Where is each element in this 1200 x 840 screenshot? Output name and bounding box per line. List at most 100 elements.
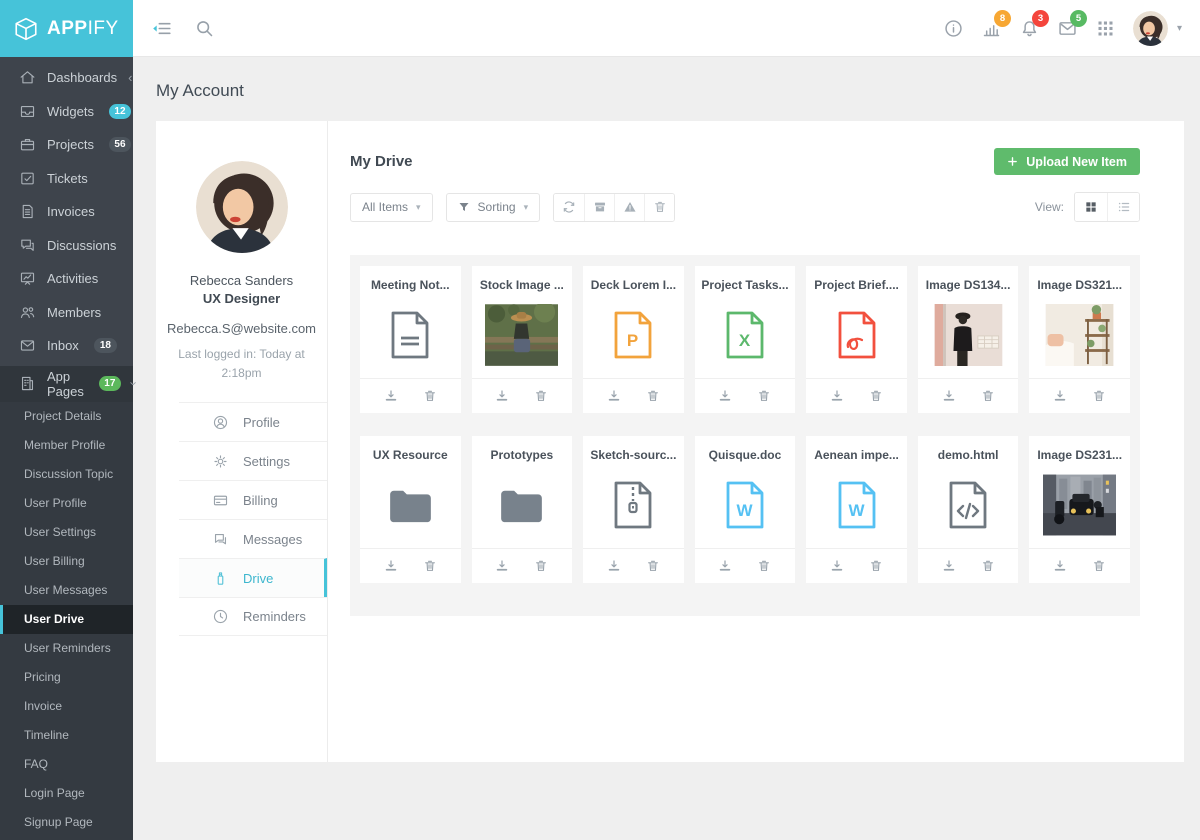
delete-file-button[interactable] — [646, 559, 660, 573]
sorting-dropdown[interactable]: Sorting ▾ — [446, 193, 541, 222]
delete-file-button[interactable] — [534, 389, 548, 403]
sidebar-item-tickets[interactable]: Tickets — [0, 162, 133, 196]
sidebar-item-dashboards[interactable]: Dashboards ‹ — [0, 61, 133, 95]
user-avatar[interactable] — [1133, 11, 1168, 46]
delete-file-button[interactable] — [646, 389, 660, 403]
delete-file-button[interactable] — [1092, 389, 1106, 403]
grid-view-button[interactable] — [1075, 193, 1107, 221]
download-file-button[interactable] — [607, 559, 621, 573]
sidebar-subitem-member-profile[interactable]: Member Profile — [0, 431, 133, 460]
file-card[interactable]: Project Tasks... X — [695, 266, 796, 413]
download-file-button[interactable] — [942, 389, 956, 403]
delete-file-button[interactable] — [869, 559, 883, 573]
notifications-button[interactable]: 3 — [1019, 18, 1040, 39]
sidebar-item-app-pages[interactable]: App Pages 17 › — [0, 366, 133, 402]
download-file-button[interactable] — [607, 389, 621, 403]
sidebar-subitem-invoice[interactable]: Invoice — [0, 692, 133, 721]
sidebar-subitem-faq[interactable]: FAQ — [0, 750, 133, 779]
file-card[interactable]: Quisque.doc W — [695, 436, 796, 583]
file-card[interactable]: Aenean impe... W — [806, 436, 907, 583]
report-button[interactable] — [614, 194, 644, 221]
file-card[interactable]: Meeting Not... — [360, 266, 461, 413]
stats-button[interactable]: 8 — [981, 18, 1002, 39]
file-card[interactable]: Stock Image ... — [472, 266, 573, 413]
delete-file-button[interactable] — [981, 389, 995, 403]
filter-dropdown[interactable]: All Items ▾ — [350, 193, 433, 222]
sidebar-item-projects[interactable]: Projects 56 — [0, 128, 133, 162]
download-file-button[interactable] — [1053, 389, 1067, 403]
download-file-button[interactable] — [942, 559, 956, 573]
view-label: View: — [1035, 200, 1064, 214]
profile-menu-item-drive[interactable]: Drive — [179, 558, 327, 597]
sidebar-item-discussions[interactable]: Discussions — [0, 229, 133, 263]
upload-new-item-button[interactable]: Upload New Item — [994, 148, 1140, 175]
list-view-button[interactable] — [1107, 193, 1139, 221]
sidebar-subitem-discussion-topic[interactable]: Discussion Topic — [0, 460, 133, 489]
profile-menu-item-reminders[interactable]: Reminders — [179, 597, 327, 636]
sidebar-subitem-user-billing[interactable]: User Billing — [0, 547, 133, 576]
sidebar-subitem-project-details[interactable]: Project Details — [0, 402, 133, 431]
file-card[interactable]: Project Brief.... — [806, 266, 907, 413]
profile-menu-item-settings[interactable]: Settings — [179, 441, 327, 480]
info-button[interactable] — [943, 18, 964, 39]
archive-button[interactable] — [584, 194, 614, 221]
download-icon — [495, 559, 509, 573]
sidebar-item-badge: 12 — [109, 104, 131, 119]
sidebar-subitem-user-messages[interactable]: User Messages — [0, 576, 133, 605]
file-card[interactable]: demo.html — [918, 436, 1019, 583]
file-card[interactable]: Sketch-sourc... — [583, 436, 684, 583]
delete-button[interactable] — [644, 194, 674, 221]
file-card[interactable]: Image DS231... — [1029, 436, 1130, 583]
sidebar-item-activities[interactable]: Activities — [0, 262, 133, 296]
file-card[interactable]: Deck Lorem I... P — [583, 266, 684, 413]
delete-file-button[interactable] — [534, 559, 548, 573]
app-logo[interactable]: APPIFY — [0, 0, 133, 57]
sidebar-subitem-user-drive[interactable]: User Drive — [0, 605, 133, 634]
messages-button[interactable]: 5 — [1057, 18, 1078, 39]
sidebar-subitem-signup-page[interactable]: Signup Page — [0, 808, 133, 837]
refresh-button[interactable] — [554, 194, 584, 221]
delete-file-button[interactable] — [981, 559, 995, 573]
file-card[interactable]: UX Resource — [360, 436, 461, 583]
widgets-icon — [19, 103, 36, 120]
download-file-button[interactable] — [384, 559, 398, 573]
sidebar-subitem-login-page[interactable]: Login Page — [0, 779, 133, 808]
search-button[interactable] — [194, 18, 215, 39]
profile-menu-item-billing[interactable]: Billing — [179, 480, 327, 519]
delete-file-button[interactable] — [757, 559, 771, 573]
sidebar-subitem-pricing[interactable]: Pricing — [0, 663, 133, 692]
download-file-button[interactable] — [384, 389, 398, 403]
delete-file-button[interactable] — [869, 389, 883, 403]
download-file-button[interactable] — [495, 389, 509, 403]
download-file-button[interactable] — [830, 389, 844, 403]
download-file-button[interactable] — [718, 389, 732, 403]
download-file-button[interactable] — [718, 559, 732, 573]
sidebar-subitem-timeline[interactable]: Timeline — [0, 721, 133, 750]
sidebar-item-widgets[interactable]: Widgets 12 — [0, 95, 133, 129]
file-name: Prototypes — [472, 436, 573, 462]
delete-file-button[interactable] — [757, 389, 771, 403]
file-card[interactable]: Prototypes — [472, 436, 573, 583]
file-card[interactable]: Image DS321... — [1029, 266, 1130, 413]
download-file-button[interactable] — [1053, 559, 1067, 573]
file-type-icon — [918, 462, 1019, 548]
delete-file-button[interactable] — [423, 389, 437, 403]
apps-menu-button[interactable] — [1095, 18, 1116, 39]
sidebar-item-invoices[interactable]: Invoices — [0, 195, 133, 229]
download-file-button[interactable] — [830, 559, 844, 573]
trash-icon — [1092, 389, 1106, 403]
avatar-caret-icon[interactable]: ▾ — [1177, 23, 1182, 34]
profile-menu-item-messages[interactable]: Messages — [179, 519, 327, 558]
sidebar-subitem-user-profile[interactable]: User Profile — [0, 489, 133, 518]
file-type-icon — [583, 462, 684, 548]
sidebar-subitem-user-reminders[interactable]: User Reminders — [0, 634, 133, 663]
profile-menu-item-profile[interactable]: Profile — [179, 402, 327, 441]
sidebar-item-members[interactable]: Members — [0, 296, 133, 330]
download-file-button[interactable] — [495, 559, 509, 573]
file-card[interactable]: Image DS134... — [918, 266, 1019, 413]
delete-file-button[interactable] — [1092, 559, 1106, 573]
delete-file-button[interactable] — [423, 559, 437, 573]
sidebar-subitem-user-settings[interactable]: User Settings — [0, 518, 133, 547]
sidebar-collapse-button[interactable] — [151, 18, 172, 39]
sidebar-item-inbox[interactable]: Inbox 18 — [0, 329, 133, 363]
